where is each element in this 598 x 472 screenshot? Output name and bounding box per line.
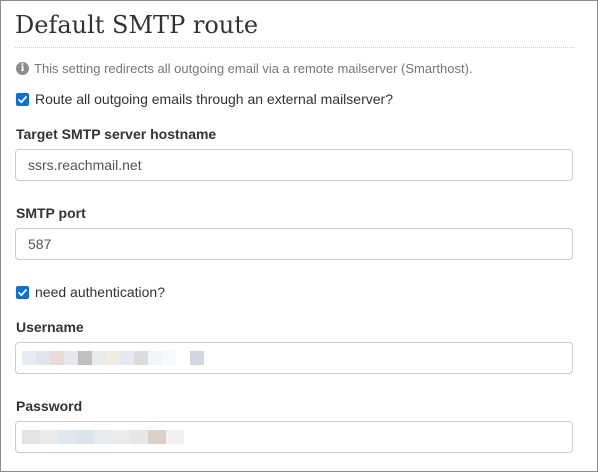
redaction-block xyxy=(40,430,58,444)
redaction-block xyxy=(78,351,92,365)
redaction-block xyxy=(36,351,50,365)
password-label: Password xyxy=(16,398,83,414)
redaction-block xyxy=(176,351,190,365)
route-checkbox-row[interactable]: Route all outgoing emails through an ext… xyxy=(16,91,393,107)
redaction-block xyxy=(190,351,204,365)
redaction-block xyxy=(120,351,134,365)
redaction-block xyxy=(162,351,176,365)
hostname-label: Target SMTP server hostname xyxy=(16,126,217,142)
redaction-block xyxy=(76,430,94,444)
redaction-block xyxy=(130,430,148,444)
redaction-block xyxy=(64,351,78,365)
password-input[interactable] xyxy=(15,421,573,453)
redaction-block xyxy=(112,430,130,444)
redacted-password xyxy=(22,430,184,444)
info-note: i This setting redirects all outgoing em… xyxy=(16,61,473,76)
route-checkbox[interactable] xyxy=(16,92,29,106)
settings-panel: Default SMTP route i This setting redire… xyxy=(0,0,598,472)
checkmark-icon xyxy=(18,288,27,296)
redaction-block xyxy=(148,430,166,444)
title-divider xyxy=(15,47,574,48)
redaction-block xyxy=(50,351,64,365)
redaction-block xyxy=(22,430,40,444)
redaction-block xyxy=(134,351,148,365)
username-input[interactable] xyxy=(15,342,573,374)
username-label: Username xyxy=(16,319,84,335)
port-label: SMTP port xyxy=(16,205,86,221)
redaction-block xyxy=(92,351,106,365)
info-icon: i xyxy=(16,62,29,75)
info-text: This setting redirects all outgoing emai… xyxy=(34,61,473,76)
redaction-block xyxy=(94,430,112,444)
auth-checkbox-label: need authentication? xyxy=(35,284,165,300)
port-input[interactable]: 587 xyxy=(15,228,573,260)
checkmark-icon xyxy=(18,95,27,103)
redaction-block xyxy=(166,430,184,444)
page-title: Default SMTP route xyxy=(15,11,259,39)
redaction-block xyxy=(106,351,120,365)
redacted-username xyxy=(22,351,204,365)
redaction-block xyxy=(148,351,162,365)
redaction-block xyxy=(58,430,76,444)
auth-checkbox[interactable] xyxy=(16,285,29,299)
auth-checkbox-row[interactable]: need authentication? xyxy=(16,284,165,300)
route-checkbox-label: Route all outgoing emails through an ext… xyxy=(35,91,393,107)
hostname-input[interactable]: ssrs.reachmail.net xyxy=(15,149,573,181)
redaction-block xyxy=(22,351,36,365)
